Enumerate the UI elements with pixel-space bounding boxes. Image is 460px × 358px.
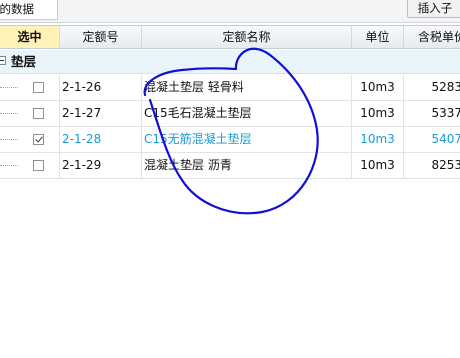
- table-row[interactable]: 2-1-29 混凝土垫层 沥青 10m3 8253: [0, 153, 460, 179]
- column-header-select[interactable]: 选中: [0, 26, 60, 48]
- toolbar: 我的数据 插入子: [0, 0, 460, 23]
- tab-my-data-label: 我的数据: [0, 2, 34, 16]
- tree-connector: [0, 113, 18, 114]
- unit-cell: 10m3: [352, 127, 404, 152]
- group-label: 垫层: [11, 54, 37, 69]
- tab-my-data[interactable]: 我的数据: [0, 0, 58, 20]
- column-header-code[interactable]: 定额号: [60, 26, 142, 48]
- row-checkbox[interactable]: [33, 108, 44, 119]
- table-row[interactable]: 2-1-27 C15毛石混凝土垫层 10m3 5337: [0, 101, 460, 127]
- row-checkbox[interactable]: [33, 82, 44, 93]
- price-cell: 5407: [431, 132, 460, 146]
- row-checkbox[interactable]: [33, 160, 44, 171]
- tree-connector: [0, 139, 18, 140]
- tree-connector: [0, 87, 18, 88]
- name-cell: 混凝土垫层 轻骨料: [142, 75, 352, 100]
- insert-child-button[interactable]: 插入子: [407, 0, 460, 18]
- unit-cell: 10m3: [352, 101, 404, 126]
- name-cell: C15无筋混凝土垫层: [142, 127, 352, 152]
- table-row[interactable]: 2-1-28 C15无筋混凝土垫层 10m3 5407: [0, 127, 460, 153]
- column-header-name[interactable]: 定额名称: [142, 26, 352, 48]
- price-cell: 8253: [431, 158, 460, 172]
- code-cell: 2-1-27: [60, 101, 142, 126]
- select-cell: [0, 75, 60, 100]
- code-cell: 2-1-26: [60, 75, 142, 100]
- row-checkbox[interactable]: [33, 134, 44, 145]
- price-cell: 5337: [431, 106, 460, 120]
- name-cell: C15毛石混凝土垫层: [142, 101, 352, 126]
- select-cell: [0, 153, 60, 178]
- group-row-cushion[interactable]: 垫层: [0, 50, 460, 74]
- price-cell: 5283: [431, 80, 460, 94]
- code-cell: 2-1-28: [60, 127, 142, 152]
- code-cell: 2-1-29: [60, 153, 142, 178]
- name-cell: 混凝土垫层 沥青: [142, 153, 352, 178]
- column-header-unit[interactable]: 单位: [352, 26, 404, 48]
- table-header: 选中 定额号 定额名称 单位 含税单价: [0, 25, 460, 49]
- column-header-price[interactable]: 含税单价: [404, 26, 460, 48]
- collapse-icon[interactable]: [0, 56, 6, 65]
- unit-cell: 10m3: [352, 75, 404, 100]
- table-row[interactable]: 2-1-26 混凝土垫层 轻骨料 10m3 5283: [0, 75, 460, 101]
- unit-cell: 10m3: [352, 153, 404, 178]
- select-cell: [0, 127, 60, 152]
- tree-connector: [0, 165, 18, 166]
- select-cell: [0, 101, 60, 126]
